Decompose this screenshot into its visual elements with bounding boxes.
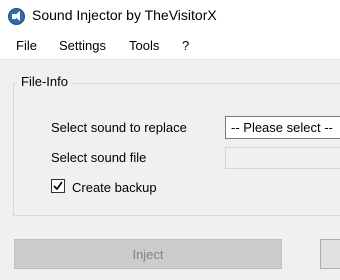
replace-sound-dropdown-value: -- Please select -- (231, 120, 333, 135)
replace-sound-dropdown[interactable]: -- Please select -- (225, 116, 340, 139)
inject-button[interactable]: Inject (14, 239, 282, 269)
inject-button-label: Inject (132, 247, 164, 262)
create-backup-label[interactable]: Create backup (72, 180, 157, 195)
menu-bar: File Settings Tools ? (0, 32, 340, 60)
window-title: Sound Injector by TheVisitorX (32, 7, 217, 23)
menu-settings[interactable]: Settings (59, 38, 106, 53)
secondary-button[interactable] (320, 239, 340, 269)
sound-file-field[interactable] (225, 147, 340, 169)
replace-sound-label: Select sound to replace (51, 120, 187, 135)
menu-file[interactable]: File (16, 38, 37, 53)
menu-tools[interactable]: Tools (129, 38, 159, 53)
speaker-icon (8, 8, 25, 25)
menu-help[interactable]: ? (182, 38, 189, 53)
title-bar: Sound Injector by TheVisitorX (0, 0, 340, 32)
file-info-group-label: File-Info (17, 74, 72, 89)
sound-file-label: Select sound file (51, 150, 147, 165)
create-backup-checkbox[interactable] (51, 179, 65, 193)
app-window: Sound Injector by TheVisitorX File Setti… (0, 0, 340, 280)
checkmark-icon (53, 181, 63, 191)
